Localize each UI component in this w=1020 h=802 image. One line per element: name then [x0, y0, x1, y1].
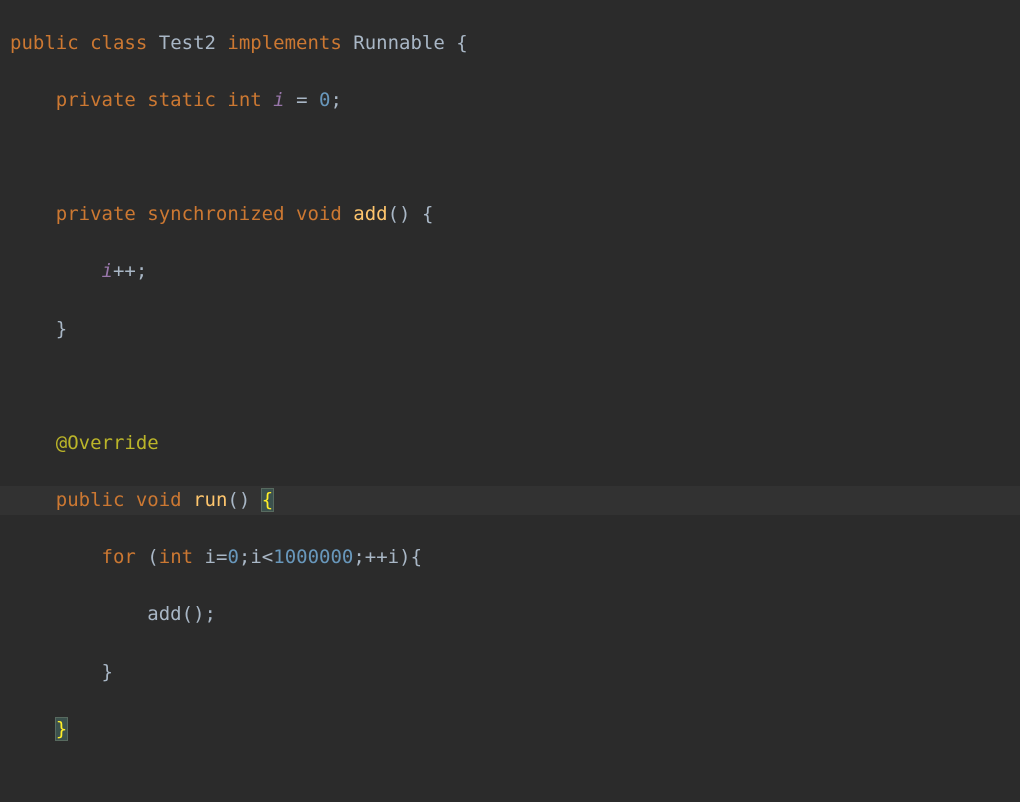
brace-open: { — [411, 546, 422, 568]
inc-op: ++ — [365, 546, 388, 568]
number-zero: 0 — [319, 89, 330, 111]
equals: = — [296, 89, 307, 111]
paren-close: ) — [193, 603, 204, 625]
method-run: run — [193, 489, 227, 511]
method-add: add — [353, 203, 387, 225]
class-name: Test2 — [159, 32, 216, 54]
keyword-for: for — [102, 546, 136, 568]
keyword-static: static — [147, 89, 216, 111]
semicolon: ; — [136, 260, 147, 282]
inc-op: ++ — [113, 260, 136, 282]
keyword-void: void — [136, 489, 182, 511]
semicolon: ; — [330, 89, 341, 111]
keyword-int: int — [227, 89, 261, 111]
annotation-override: @Override — [56, 432, 159, 454]
number-zero: 0 — [227, 546, 238, 568]
keyword-public: public — [56, 489, 125, 511]
paren-open: ( — [388, 203, 399, 225]
var-i: i — [388, 546, 399, 568]
keyword-void: void — [296, 203, 342, 225]
var-i: i — [205, 546, 216, 568]
brace-close-matched: } — [55, 717, 68, 741]
brace-open-matched: { — [261, 488, 274, 512]
brace-close: } — [102, 661, 113, 683]
code-line: i++; — [0, 257, 1020, 286]
semicolon: ; — [239, 546, 250, 568]
code-line: add(); — [0, 600, 1020, 629]
var-i: i — [250, 546, 261, 568]
keyword-implements: implements — [227, 32, 341, 54]
lt-op: < — [262, 546, 273, 568]
paren-close: ) — [399, 546, 410, 568]
keyword-private: private — [56, 203, 136, 225]
keyword-public: public — [10, 32, 79, 54]
number-limit: 1000000 — [273, 546, 353, 568]
keyword-synchronized: synchronized — [147, 203, 284, 225]
keyword-int: int — [159, 546, 193, 568]
equals: = — [216, 546, 227, 568]
code-line: public class Test2 implements Runnable { — [0, 29, 1020, 58]
paren-close: ) — [399, 203, 410, 225]
paren-close: ) — [239, 489, 250, 511]
code-line: private static int i = 0; — [0, 86, 1020, 115]
interface-name: Runnable — [353, 32, 445, 54]
field-i: i — [273, 89, 284, 111]
code-line: private synchronized void add() { — [0, 200, 1020, 229]
call-add: add — [147, 603, 181, 625]
paren-open: ( — [227, 489, 238, 511]
code-editor[interactable]: public class Test2 implements Runnable {… — [0, 0, 1020, 802]
code-line — [0, 372, 1020, 401]
code-line — [0, 772, 1020, 801]
code-line — [0, 143, 1020, 172]
code-line: } — [0, 315, 1020, 344]
code-line: for (int i=0;i<1000000;++i){ — [0, 543, 1020, 572]
brace-close: } — [56, 318, 67, 340]
brace-open: { — [456, 32, 467, 54]
keyword-private: private — [56, 89, 136, 111]
semicolon: ; — [353, 546, 364, 568]
brace-open: { — [422, 203, 433, 225]
code-line: } — [0, 658, 1020, 687]
code-line-current: public void run() { — [0, 486, 1020, 515]
paren-open: ( — [182, 603, 193, 625]
semicolon: ; — [205, 603, 216, 625]
keyword-class: class — [90, 32, 147, 54]
code-line: } — [0, 715, 1020, 744]
paren-open: ( — [147, 546, 158, 568]
field-i: i — [102, 260, 113, 282]
code-line: @Override — [0, 429, 1020, 458]
